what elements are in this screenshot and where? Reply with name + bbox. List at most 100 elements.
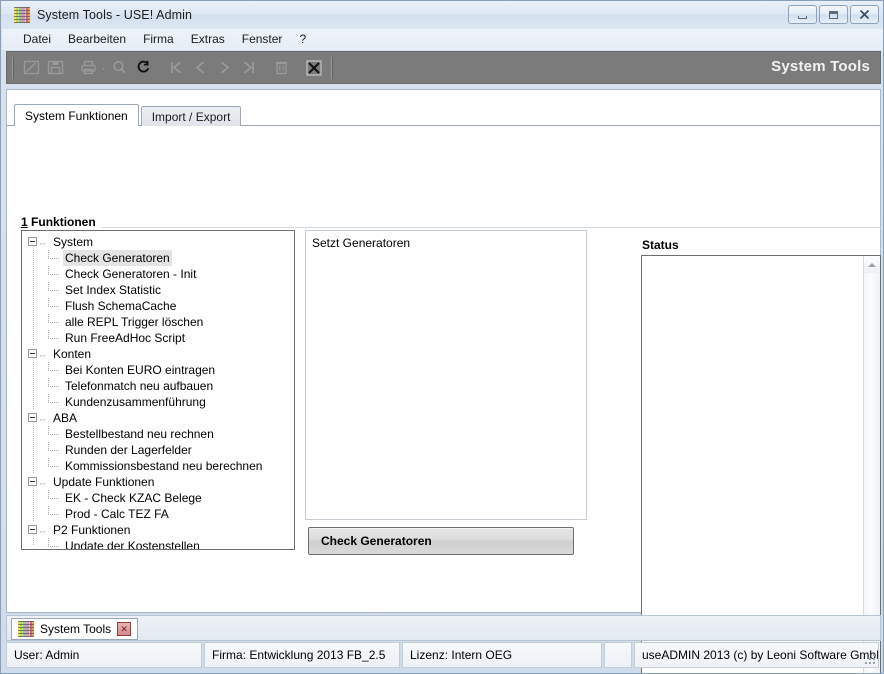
groupbox-label-text: Funktionen (31, 215, 96, 229)
function-tree[interactable]: ··SystemCheck GeneratorenCheck Generator… (21, 230, 295, 550)
tree-connector-horizontal (48, 338, 60, 339)
menu-item-datei[interactable]: Datei (15, 30, 60, 49)
close-form-icon[interactable] (303, 57, 325, 79)
refresh-icon[interactable] (132, 57, 154, 79)
tree-connector-horizontal (48, 290, 60, 291)
toolbar-separator (12, 57, 14, 79)
tree-item-label: P2 Funktionen (51, 522, 132, 538)
tree-item[interactable]: Check Generatoren - Init (22, 266, 294, 282)
last-record-icon[interactable] (237, 57, 259, 79)
mdi-close-button[interactable]: ✕ (117, 622, 131, 636)
tree-group-node[interactable]: ··P2 Funktionen (22, 522, 294, 538)
copyright-text: useADMIN 2013 (c) by Leoni Software GmbH (642, 648, 879, 662)
tree-connector: ·· (39, 235, 51, 251)
tree-connector-horizontal (48, 514, 60, 515)
close-button[interactable] (850, 5, 879, 24)
tree-connector-vertical (33, 314, 34, 330)
tree-expander-minus-icon[interactable] (28, 525, 37, 534)
tree-item-label: alle REPL Trigger löschen (63, 314, 205, 330)
tree-item[interactable]: Run FreeAdHoc Script (22, 330, 294, 346)
tree-expander-minus-icon[interactable] (28, 477, 37, 486)
tree-connector-horizontal (48, 258, 60, 259)
print-icon[interactable] (77, 57, 99, 79)
tree-expander-minus-icon[interactable] (28, 349, 37, 358)
tree-item[interactable]: Bestellbestand neu rechnen (22, 426, 294, 442)
tree-item[interactable]: EK - Check KZAC Belege (22, 490, 294, 506)
prev-record-icon[interactable] (189, 57, 211, 79)
tree-connector-vertical (33, 458, 34, 474)
status-output-text[interactable] (642, 256, 863, 674)
tree-group-node[interactable]: ··Update Funktionen (22, 474, 294, 490)
groupbox-number: 1 (21, 215, 28, 229)
minimize-icon (789, 6, 816, 23)
mdi-tab-bar: System Tools ✕ (6, 615, 881, 641)
scrollbar-track[interactable] (864, 273, 880, 674)
tree-connector-horizontal (48, 274, 60, 275)
tree-item[interactable]: Kommissionsbestand neu berechnen (22, 458, 294, 474)
close-icon (851, 6, 878, 23)
tree-group-node[interactable]: ··System (22, 234, 294, 250)
first-record-icon[interactable] (165, 57, 187, 79)
edit-icon[interactable] (20, 57, 42, 79)
delete-icon[interactable] (270, 57, 292, 79)
menu-item-bearbeiten[interactable]: Bearbeiten (60, 30, 135, 49)
tree-connector: ·· (39, 475, 51, 491)
search-icon[interactable] (108, 57, 130, 79)
scroll-up-button[interactable] (864, 256, 880, 273)
menu-item-fenster[interactable]: Fenster (234, 30, 292, 49)
tree-item-label: Update der Kostenstellen (63, 538, 202, 550)
next-record-icon[interactable] (213, 57, 235, 79)
tree-item[interactable]: Update der Kostenstellen (22, 538, 294, 550)
statusbar-copyright: useADMIN 2013 (c) by Leoni Software GmbH (634, 642, 879, 668)
tree-expander-minus-icon[interactable] (28, 237, 37, 246)
restore-button[interactable] (819, 5, 848, 24)
tree-item-label: Check Generatoren (63, 250, 172, 266)
tree-item[interactable]: Check Generatoren (22, 250, 294, 266)
run-function-button[interactable]: Check Generatoren (308, 527, 574, 555)
status-scrollbar[interactable] (863, 256, 880, 674)
minimize-button[interactable] (788, 5, 817, 24)
dropdown-dot-icon[interactable]: · (100, 62, 107, 74)
mdi-tab-system-tools[interactable]: System Tools ✕ (11, 618, 138, 640)
tree-connector-horizontal (48, 434, 60, 435)
description-text: Setzt Generatoren (312, 236, 410, 250)
tree-item-label: Telefonmatch neu aufbauen (63, 378, 215, 394)
application-window: System Tools - USE! Admin Datei Bearbeit… (0, 0, 884, 674)
tab-system-funktionen[interactable]: System Funktionen (14, 104, 139, 126)
save-icon[interactable] (44, 57, 66, 79)
tree-expander-minus-icon[interactable] (28, 413, 37, 422)
tree-item[interactable]: Set Index Statistic (22, 282, 294, 298)
tree-item[interactable]: Prod - Calc TEZ FA (22, 506, 294, 522)
tree-connector: ·· (39, 411, 51, 427)
tree-item-label: Bestellbestand neu rechnen (63, 426, 216, 442)
tree-item-label: Check Generatoren - Init (63, 266, 198, 282)
tree-connector-vertical (33, 378, 34, 394)
tree-connector-horizontal (48, 306, 60, 307)
tree-item-label: System (51, 234, 95, 250)
tree-connector-vertical (33, 490, 34, 506)
menu-item-help[interactable]: ? (291, 30, 315, 49)
resize-grip-icon[interactable] (864, 653, 876, 665)
tree-item-label: Update Funktionen (51, 474, 156, 490)
mdi-tab-label: System Tools (40, 622, 111, 636)
tree-item[interactable]: Runden der Lagerfelder (22, 442, 294, 458)
tree-group-node[interactable]: ··Konten (22, 346, 294, 362)
description-panel: Setzt Generatoren (305, 230, 587, 520)
tree-item-label: Runden der Lagerfelder (63, 442, 194, 458)
tree-item-label: ABA (51, 410, 79, 426)
tree-connector-vertical (33, 250, 34, 266)
menu-item-extras[interactable]: Extras (183, 30, 234, 49)
tree-item[interactable]: Telefonmatch neu aufbauen (22, 378, 294, 394)
tree-item-label: Run FreeAdHoc Script (63, 330, 187, 346)
tree-connector-horizontal (48, 450, 60, 451)
tree-item[interactable]: Kundenzusammenführung (22, 394, 294, 410)
tree-item[interactable]: Bei Konten EURO eintragen (22, 362, 294, 378)
tab-import-export[interactable]: Import / Export (141, 106, 242, 126)
tree-item-label: EK - Check KZAC Belege (63, 490, 204, 506)
menu-bar: Datei Bearbeiten Firma Extras Fenster ? (2, 29, 884, 50)
tree-item[interactable]: Flush SchemaCache (22, 298, 294, 314)
tree-item[interactable]: alle REPL Trigger löschen (22, 314, 294, 330)
menu-item-firma[interactable]: Firma (135, 30, 183, 49)
toolbar: · (6, 51, 881, 84)
tree-group-node[interactable]: ··ABA (22, 410, 294, 426)
